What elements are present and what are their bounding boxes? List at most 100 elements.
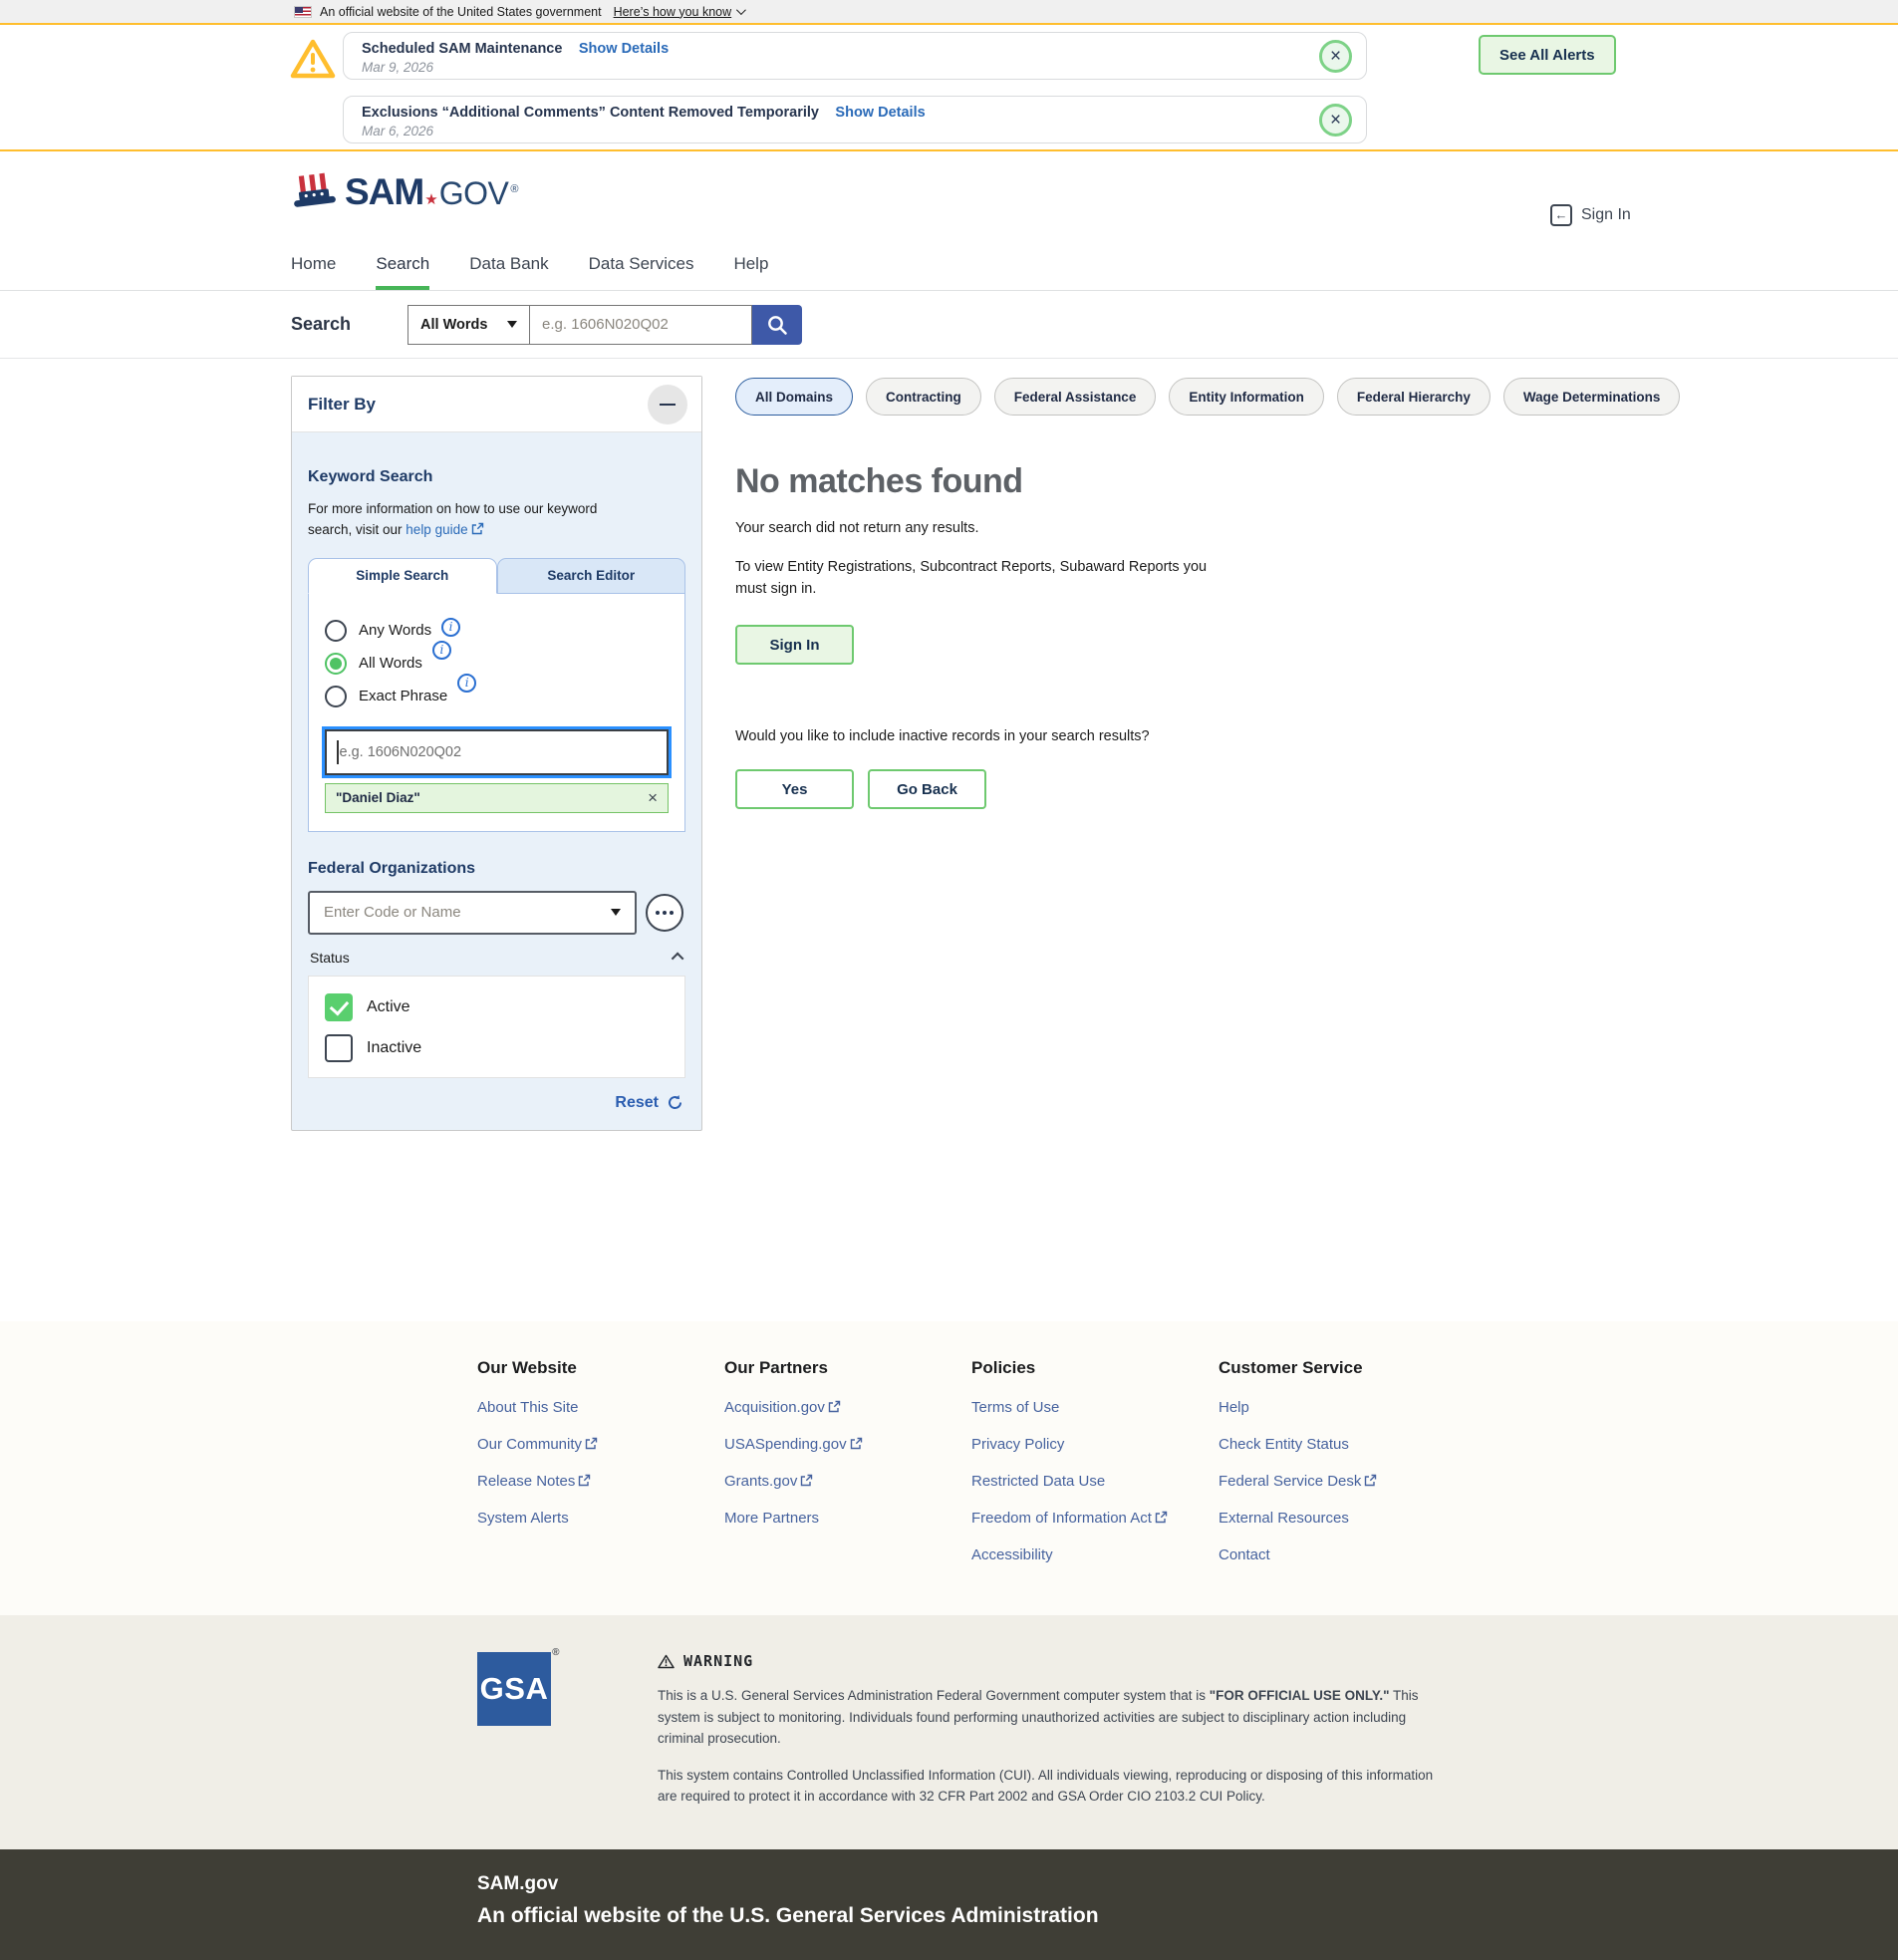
search-mode-select[interactable]: All Words [407, 305, 529, 345]
reset-row: Reset [308, 1094, 685, 1112]
footer-link-grants-gov[interactable]: Grants.gov [724, 1473, 971, 1490]
chevron-down-icon [736, 5, 746, 15]
search-results: All Domains Contracting Federal Assistan… [735, 376, 1898, 809]
uncle-sam-hat-icon [291, 171, 339, 215]
go-back-button[interactable]: Go Back [868, 769, 986, 809]
footer-link-release-notes[interactable]: Release Notes [477, 1473, 724, 1490]
alert-close-button[interactable]: × [1319, 104, 1352, 137]
footer-site-subtitle: An official website of the U.S. General … [477, 1904, 1898, 1928]
federal-organizations-heading: Federal Organizations [308, 860, 685, 878]
inactive-checkbox[interactable] [325, 1034, 353, 1062]
nav-item-home[interactable]: Home [291, 254, 336, 290]
filter-panel: Filter By Keyword Search For more inform… [291, 376, 702, 1131]
radio-row-any-words: Any Words i [325, 620, 669, 642]
any-words-radio[interactable] [325, 620, 347, 642]
alert-title: Scheduled SAM Maintenance [362, 41, 562, 57]
external-link-icon [800, 1474, 813, 1487]
domain-tab-wage-determinations[interactable]: Wage Determinations [1503, 378, 1681, 416]
nav-item-data-bank[interactable]: Data Bank [469, 254, 548, 290]
more-options-button[interactable] [646, 894, 683, 932]
collapse-filters-button[interactable] [648, 385, 687, 424]
footer-link-system-alerts[interactable]: System Alerts [477, 1510, 724, 1527]
show-details-link[interactable]: Show Details [835, 105, 925, 121]
footer-link-our-community[interactable]: Our Community [477, 1436, 724, 1453]
filter-panel-body: Keyword Search For more information on h… [292, 432, 701, 1130]
chevron-up-icon[interactable] [672, 953, 684, 966]
select-arrow-icon [611, 909, 621, 916]
tab-search-editor[interactable]: Search Editor [497, 558, 686, 594]
alert-close-button[interactable]: × [1319, 40, 1352, 73]
search-submit-button[interactable] [752, 305, 802, 345]
keyword-input[interactable]: e.g. 1606N020Q02 [325, 729, 669, 775]
footer-link-usaspending-gov[interactable]: USASpending.gov [724, 1436, 971, 1453]
radio-row-all-words: All Words i [325, 653, 669, 675]
footer-link-about-this-site[interactable]: About This Site [477, 1399, 724, 1416]
info-icon[interactable]: i [432, 641, 451, 660]
footer-site-title: SAM.gov [477, 1873, 1898, 1895]
alert-date: Mar 9, 2026 [362, 60, 1306, 75]
domain-tab-all-domains[interactable]: All Domains [735, 378, 853, 416]
gsa-logo: GSA ® [477, 1652, 551, 1726]
footer-link-help[interactable]: Help [1219, 1399, 1466, 1416]
search-label: Search [291, 314, 351, 335]
footer-link-privacy-policy[interactable]: Privacy Policy [971, 1436, 1219, 1453]
footer-link-accessibility[interactable]: Accessibility [971, 1546, 1219, 1563]
reset-filters-link[interactable]: Reset [615, 1094, 659, 1112]
all-words-radio[interactable] [325, 653, 347, 675]
main-content: Filter By Keyword Search For more inform… [0, 359, 1898, 1321]
nav-item-help[interactable]: Help [733, 254, 768, 290]
select-arrow-icon [507, 321, 517, 328]
alert-date: Mar 6, 2026 [362, 124, 1306, 139]
footer-link-contact[interactable]: Contact [1219, 1546, 1466, 1563]
footer-link-restricted-data-use[interactable]: Restricted Data Use [971, 1473, 1219, 1490]
close-icon: × [1330, 110, 1341, 131]
chip-remove-icon[interactable]: × [648, 789, 658, 806]
nav-item-data-services[interactable]: Data Services [589, 254, 694, 290]
footer-col-our-partners: Our Partners Acquisition.gov USASpending… [724, 1358, 971, 1583]
active-checkbox[interactable] [325, 993, 353, 1021]
star-icon: ★ [424, 190, 437, 208]
domain-tab-contracting[interactable]: Contracting [866, 378, 981, 416]
filter-by-title: Filter By [308, 395, 376, 415]
no-results-text: Your search did not return any results. [735, 518, 1898, 540]
footer-link-federal-service-desk[interactable]: Federal Service Desk [1219, 1473, 1466, 1490]
sign-in-button[interactable]: Sign In [735, 625, 854, 665]
us-flag-icon [294, 6, 312, 18]
exact-phrase-radio[interactable] [325, 686, 347, 707]
alerts-section: Scheduled SAM Maintenance Show Details M… [0, 23, 1898, 151]
header-sign-in-link[interactable]: ← Sign In [1550, 204, 1631, 226]
yes-goback-row: Yes Go Back [735, 769, 1898, 809]
magnifier-icon [766, 314, 788, 336]
filter-panel-header: Filter By [292, 377, 701, 432]
domain-tab-entity-information[interactable]: Entity Information [1169, 378, 1324, 416]
text-cursor [337, 740, 339, 764]
footer-link-external-resources[interactable]: External Resources [1219, 1510, 1466, 1527]
footer-link-more-partners[interactable]: More Partners [724, 1510, 971, 1527]
footer-link-foia[interactable]: Freedom of Information Act [971, 1510, 1219, 1527]
show-details-link[interactable]: Show Details [579, 41, 669, 57]
global-search-bar: Search All Words [0, 291, 1898, 359]
federal-org-select[interactable]: Enter Code or Name [308, 891, 637, 935]
yes-button[interactable]: Yes [735, 769, 854, 809]
footer-link-check-entity-status[interactable]: Check Entity Status [1219, 1436, 1466, 1453]
domain-tab-federal-hierarchy[interactable]: Federal Hierarchy [1337, 378, 1491, 416]
gsa-warning-section: GSA ® WARNING This is a U.S. General Ser… [0, 1615, 1898, 1849]
footer-link-acquisition-gov[interactable]: Acquisition.gov [724, 1399, 971, 1416]
see-all-alerts-button[interactable]: See All Alerts [1479, 35, 1616, 75]
sign-in-required-text: To view Entity Registrations, Subcontrac… [735, 557, 1238, 601]
sam-gov-logo[interactable]: SAM ★ GOV ® [291, 171, 518, 215]
nav-item-search[interactable]: Search [376, 254, 429, 290]
info-icon[interactable]: i [457, 674, 476, 693]
help-guide-link[interactable]: help guide [406, 522, 483, 537]
status-section-header: Status [308, 950, 685, 966]
footer-links: Our Website About This Site Our Communit… [0, 1321, 1898, 1615]
domain-tab-federal-assistance[interactable]: Federal Assistance [994, 378, 1157, 416]
brand-sam: SAM [345, 171, 423, 213]
global-search-input[interactable] [529, 305, 752, 345]
external-link-icon [850, 1437, 863, 1450]
footer-link-terms-of-use[interactable]: Terms of Use [971, 1399, 1219, 1416]
tab-simple-search[interactable]: Simple Search [308, 558, 497, 594]
gov-banner-text: An official website of the United States… [320, 5, 602, 19]
heres-how-you-know-link[interactable]: Here’s how you know [614, 5, 744, 19]
info-icon[interactable]: i [441, 618, 460, 637]
